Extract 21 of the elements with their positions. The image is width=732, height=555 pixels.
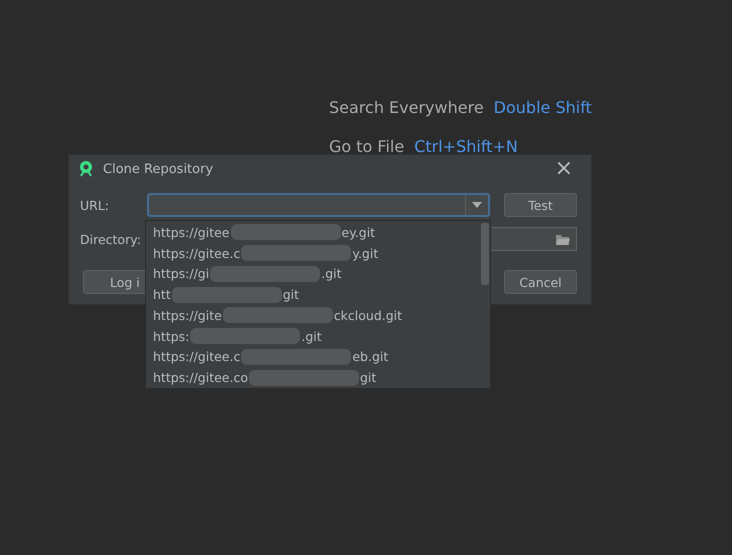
shortcut-text: Ctrl+Shift+N xyxy=(414,137,518,157)
dialog-title: Clone Repository xyxy=(103,162,214,176)
url-history-item[interactable]: https://gite ckcloud.git xyxy=(146,305,481,326)
dropdown-arrow-icon xyxy=(472,202,482,208)
url-history-item[interactable]: https://gitee.c eb.git xyxy=(146,346,481,368)
directory-field[interactable] xyxy=(489,227,577,251)
shortcut-text: Double Shift xyxy=(494,98,592,118)
url-history-item[interactable]: https://gitee.c y.git xyxy=(146,242,481,264)
url-label: URL: xyxy=(80,198,110,212)
url-history-item[interactable]: https://gitee ey.git xyxy=(146,222,481,243)
directory-label: Directory: xyxy=(80,232,142,246)
cancel-button[interactable]: Cancel xyxy=(504,270,577,294)
close-button[interactable]: × xyxy=(546,158,581,180)
hint-label: Go to File xyxy=(329,137,404,157)
url-history-item[interactable]: https://gitee.co git xyxy=(146,367,481,388)
url-history-item[interactable]: https: .git xyxy=(146,326,481,346)
scrollbar-thumb[interactable] xyxy=(481,223,489,285)
folder-icon[interactable] xyxy=(556,234,570,244)
app-logo-icon xyxy=(79,161,93,177)
test-button[interactable]: Test xyxy=(504,193,577,217)
hint-label: Search Everywhere xyxy=(329,98,484,118)
